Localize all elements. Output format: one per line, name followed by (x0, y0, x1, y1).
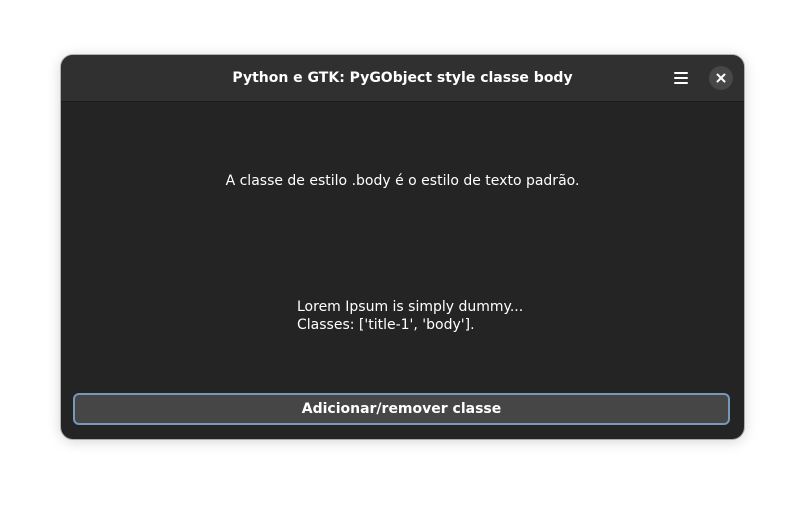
body-style-label: A classe de estilo .body é o estilo de t… (225, 173, 580, 189)
close-button[interactable] (709, 66, 733, 90)
app-window: Python e GTK: PyGObject style classe bod… (61, 55, 744, 439)
close-icon (716, 73, 726, 83)
lorem-label: Lorem Ipsum is simply dummy... Classes: … (297, 298, 523, 334)
classes-text: Classes: ['title-1', 'body']. (297, 317, 475, 333)
hamburger-menu-icon (674, 72, 688, 74)
toggle-class-button[interactable]: Adicionar/remover classe (73, 393, 730, 425)
header-bar: Python e GTK: PyGObject style classe bod… (61, 55, 744, 102)
window-title: Python e GTK: PyGObject style classe bod… (232, 70, 573, 86)
hamburger-menu-icon-bar (674, 77, 688, 79)
hamburger-menu-icon-bar (674, 82, 688, 84)
main-menu-button[interactable] (667, 66, 695, 90)
lorem-text: Lorem Ipsum is simply dummy... (297, 299, 524, 315)
